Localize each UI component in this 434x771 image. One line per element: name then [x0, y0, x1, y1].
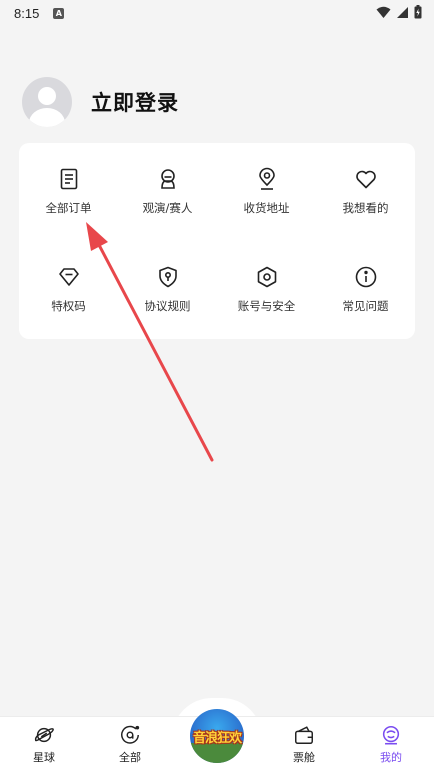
- menu-item-label: 我想看的: [342, 201, 389, 215]
- wifi-icon: [376, 6, 391, 18]
- tab-label: 我的: [380, 751, 402, 764]
- avatar[interactable]: [22, 77, 72, 127]
- person-icon: [160, 169, 175, 189]
- profile-face-icon: [382, 725, 400, 745]
- menu-item-faq[interactable]: 常见问题: [316, 241, 415, 321]
- tab-label: 星球: [33, 751, 55, 764]
- signal-icon: [397, 6, 408, 18]
- status-icons: [376, 5, 422, 19]
- heart-icon: [355, 170, 376, 189]
- login-button[interactable]: 立即登录: [91, 87, 179, 117]
- info-icon: [355, 266, 376, 288]
- menu-item-label: 特权码: [51, 299, 86, 313]
- battery-icon: [414, 5, 422, 19]
- menu-item-label: 全部订单: [45, 201, 92, 215]
- tab-label: 票舱: [293, 751, 315, 764]
- location-pin-icon: [258, 167, 275, 190]
- hexagon-icon: [257, 266, 276, 288]
- menu-item-label: 账号与安全: [237, 299, 296, 313]
- menu-item-label: 观演/赛人: [142, 201, 193, 215]
- tab-planet[interactable]: 星球: [4, 717, 84, 771]
- menu-item-wishlist[interactable]: 我想看的: [316, 143, 415, 223]
- notification-icon: A: [53, 7, 65, 19]
- tab-ticket[interactable]: 票舱: [264, 717, 344, 771]
- ticket-wallet-icon: [295, 726, 313, 744]
- menu-item-agreement[interactable]: 协议规则: [118, 241, 217, 321]
- tab-mine[interactable]: 我的: [351, 717, 431, 771]
- menu-item-all-orders[interactable]: 全部订单: [19, 143, 118, 223]
- tab-all[interactable]: 全部: [90, 717, 170, 771]
- document-icon: [60, 168, 77, 190]
- menu-item-label: 常见问题: [342, 299, 389, 313]
- planet-icon: [34, 727, 54, 743]
- menu-item-label: 协议规则: [144, 299, 191, 313]
- menu-item-address[interactable]: 收货地址: [217, 143, 316, 223]
- menu-item-privilege-code[interactable]: 特权码: [19, 241, 118, 321]
- shield-icon: [158, 266, 177, 288]
- status-bar: 8:15 A: [0, 0, 434, 26]
- diamond-icon: [58, 268, 79, 286]
- profile-header[interactable]: 立即登录: [22, 77, 179, 127]
- promo-badge-text: 音浪狂欢: [192, 731, 242, 746]
- tab-label: 全部: [119, 751, 141, 764]
- menu-card: 全部订单 观演/赛人 收货地址 我想看的 特权码 协议规则 账号与安全 常见问题: [19, 143, 415, 339]
- all-icon: [121, 725, 140, 744]
- menu-item-viewers[interactable]: 观演/赛人: [118, 143, 217, 223]
- status-time: 8:15: [14, 5, 40, 21]
- menu-item-account-security[interactable]: 账号与安全: [217, 241, 316, 321]
- center-promo-badge[interactable]: 音浪狂欢: [190, 709, 244, 763]
- menu-item-label: 收货地址: [243, 201, 290, 215]
